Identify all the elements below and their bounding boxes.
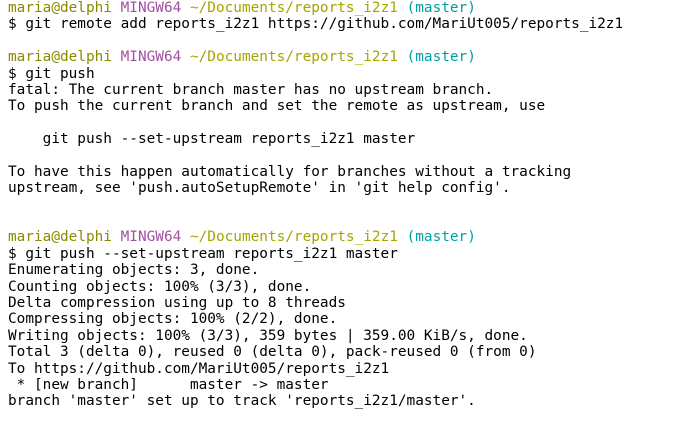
output-line: To push the current branch and set the r…: [8, 98, 546, 115]
output-line: Enumerating objects: 3, done.: [8, 262, 260, 279]
prompt-shell: MINGW64: [120, 49, 182, 66]
prompt-path: ~/Documents/reports_i2z1: [189, 49, 398, 66]
prompt-shell: MINGW64: [120, 0, 182, 16]
output-line: Total 3 (delta 0), reused 0 (delta 0), p…: [8, 344, 537, 361]
prompt-branch: (master): [406, 0, 476, 16]
output-line: upstream, see 'push.autoSetupRemote' in …: [8, 180, 511, 197]
output-line: Counting objects: 100% (3/3), done.: [8, 278, 312, 295]
output-line: * [new branch] master -> master: [8, 376, 329, 393]
prompt-line: maria@delphi MINGW64 ~/Documents/reports…: [8, 229, 697, 245]
output-line: fatal: The current branch master has no …: [8, 81, 494, 98]
prompt-branch: (master): [406, 229, 476, 246]
prompt-path: ~/Documents/reports_i2z1: [189, 229, 398, 246]
prompt-path: ~/Documents/reports_i2z1: [189, 0, 398, 16]
output-line: git push --set-upstream reports_i2z1 mas…: [8, 131, 416, 148]
output-line: To https://github.com/MariUt005/reports_…: [8, 360, 390, 377]
prompt-line: maria@delphi MINGW64 ~/Documents/reports…: [8, 0, 697, 16]
terminal-window[interactable]: maria@delphi MINGW64 ~/Documents/reports…: [0, 0, 697, 428]
output-line: Writing objects: 100% (3/3), 359 bytes |…: [8, 327, 528, 344]
command-line: $ git push --set-upstream reports_i2z1 m…: [8, 245, 398, 262]
output-line: branch 'master' set up to track 'reports…: [8, 393, 476, 410]
prompt-branch: (master): [406, 49, 476, 66]
output-line: To have this happen automatically for br…: [8, 163, 572, 180]
output-line: Compressing objects: 100% (2/2), done.: [8, 311, 338, 328]
prompt-shell: MINGW64: [120, 229, 182, 246]
command-line: $ git push: [8, 65, 95, 82]
output-line: Delta compression using up to 8 threads: [8, 295, 346, 312]
command-line: $ git remote add reports_i2z1 https://gi…: [8, 16, 624, 33]
prompt-user-host: maria@delphi: [8, 0, 112, 16]
prompt-user-host: maria@delphi: [8, 229, 112, 246]
prompt-line: maria@delphi MINGW64 ~/Documents/reports…: [8, 49, 697, 65]
prompt-user-host: maria@delphi: [8, 49, 112, 66]
